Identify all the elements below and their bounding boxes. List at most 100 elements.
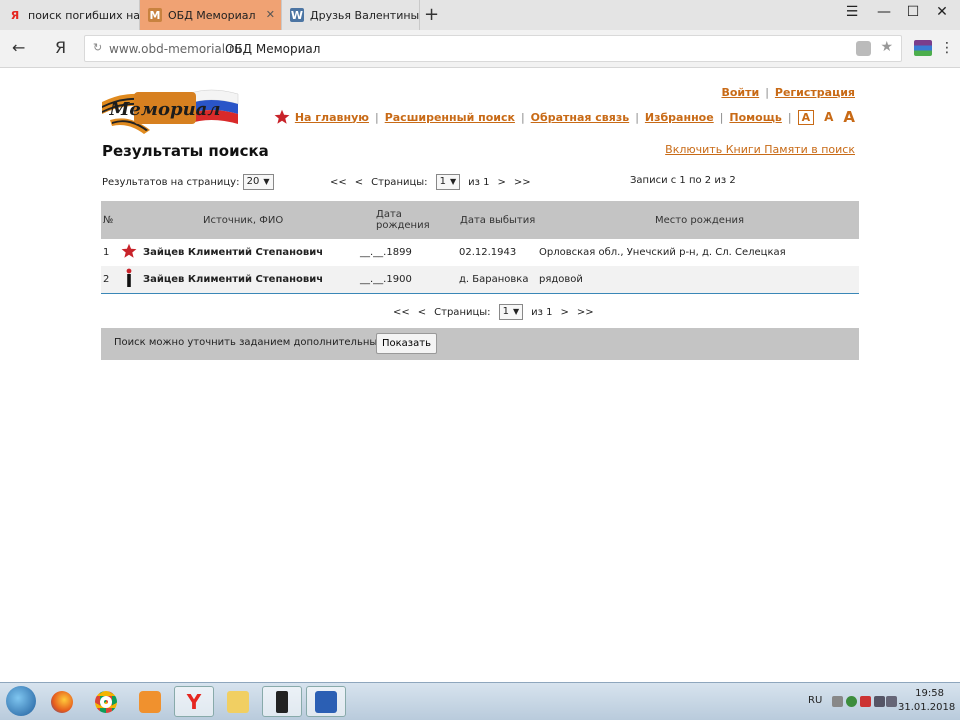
- birth-place: Орловская обл., Унечский р-н, д. Сл. Сел…: [539, 247, 786, 258]
- memorial-logo[interactable]: Мемориал: [100, 80, 244, 138]
- chevron-down-icon: ▼: [263, 177, 270, 186]
- first-page-button[interactable]: <<: [330, 177, 347, 188]
- folder-icon[interactable]: [218, 686, 258, 717]
- page-select[interactable]: 1 ▼: [435, 174, 461, 190]
- tab-label: ОБД Мемориал: [168, 8, 256, 22]
- nav-home[interactable]: На главную: [295, 111, 369, 124]
- back-button[interactable]: ←: [12, 38, 25, 57]
- address-bar[interactable]: ↻ www.obd-memorial.ru ОБД Мемориал ★: [84, 35, 902, 62]
- reload-icon[interactable]: ↻: [93, 41, 102, 54]
- protect-icon[interactable]: [856, 41, 871, 56]
- maximize-icon[interactable]: ☐: [903, 4, 923, 20]
- last-page-button[interactable]: >>: [514, 177, 531, 188]
- refine-search-bar: Поиск можно уточнить заданием дополнител…: [101, 328, 859, 360]
- nav-feedback[interactable]: Обратная связь: [531, 111, 630, 124]
- birth-date: __.__.1900: [348, 266, 447, 294]
- birth-place: рядовой: [537, 266, 859, 294]
- tray-security-icon[interactable]: [846, 696, 857, 707]
- media-player-icon[interactable]: [130, 686, 170, 717]
- tab-vk[interactable]: W Друзья Валентины Скор –: [282, 0, 420, 30]
- tab-label: поиск погибших на войне: [28, 8, 140, 22]
- per-page: Результатов на страницу: 20 ▼: [102, 174, 274, 190]
- menu-icon[interactable]: ☰: [842, 4, 862, 20]
- col-source-name: Источник, ФИО: [143, 201, 348, 239]
- tray-arrow-icon[interactable]: [832, 696, 843, 707]
- include-memory-books-link[interactable]: Включить Книги Памяти в поиск: [665, 143, 855, 156]
- person-name-link[interactable]: Зайцев Климентий Степанович: [143, 239, 348, 266]
- new-tab-button[interactable]: +: [424, 4, 439, 25]
- show-fields-button[interactable]: Показать: [376, 333, 437, 354]
- pager-bottom: << < Страницы: 1 ▼ из 1 > >>: [393, 304, 594, 320]
- prev-page-button[interactable]: <: [418, 307, 426, 318]
- download-icon[interactable]: ⋮: [940, 40, 954, 56]
- tab-memorial[interactable]: M ОБД Мемориал ✕: [140, 0, 282, 30]
- pager-top: << < Страницы: 1 ▼ из 1 > >>: [330, 174, 531, 190]
- auth-links: Войти | Регистрация: [721, 86, 855, 99]
- leave-date: 02.12.1943: [459, 247, 517, 258]
- phone-app-icon[interactable]: [262, 686, 302, 717]
- font-size-large[interactable]: A: [843, 108, 855, 126]
- red-star-icon: [115, 239, 143, 266]
- leave-date: д. Барановка: [447, 266, 537, 294]
- firefox-icon[interactable]: [42, 686, 82, 717]
- chrome-icon[interactable]: [86, 686, 126, 717]
- col-birth-date: Дата рождения: [348, 201, 447, 239]
- top-navigation: На главную | Расширенный поиск | Обратная …: [274, 108, 855, 126]
- tray-network-icon[interactable]: [874, 696, 885, 707]
- records-count: Записи с 1 по 2 из 2: [630, 175, 736, 186]
- page-select[interactable]: 1 ▼: [498, 304, 524, 320]
- word-icon[interactable]: [306, 686, 346, 717]
- windows-taskbar: Y RU 19:58 31.01.2018: [0, 682, 960, 720]
- bookmark-star-icon[interactable]: ★: [880, 39, 893, 55]
- tab-label: Друзья Валентины Скор –: [310, 8, 420, 22]
- chevron-down-icon: ▼: [449, 177, 457, 186]
- results-table: № Источник, ФИО Дата рождения Дата выбыт…: [101, 201, 859, 294]
- prev-page-button[interactable]: <: [355, 177, 363, 188]
- col-leave-date: Дата выбытия: [447, 201, 537, 239]
- row-number: 2: [101, 266, 115, 294]
- pages-label: Страницы:: [371, 176, 428, 188]
- windows-start-icon[interactable]: [6, 686, 36, 716]
- nav-advanced-search[interactable]: Расширенный поиск: [385, 111, 515, 124]
- table-header-row: № Источник, ФИО Дата рождения Дата выбыт…: [101, 201, 859, 239]
- nav-help[interactable]: Помощь: [729, 111, 781, 124]
- clock[interactable]: 19:58 31.01.2018: [898, 687, 955, 715]
- font-size-medium[interactable]: A: [824, 110, 833, 124]
- tray-volume-icon[interactable]: [886, 696, 897, 707]
- register-link[interactable]: Регистрация: [775, 86, 855, 99]
- yandex-icon: Я: [10, 8, 20, 22]
- tray-flag-icon[interactable]: [860, 696, 871, 707]
- memorial-favicon: M: [148, 8, 162, 22]
- tab-search[interactable]: Я поиск погибших на войне: [0, 0, 140, 30]
- person-name-link[interactable]: Зайцев Климентий Степанович: [143, 266, 348, 294]
- language-indicator[interactable]: RU: [808, 695, 822, 706]
- pages-total: из 1: [531, 306, 553, 318]
- nav-favorites[interactable]: Избранное: [645, 111, 714, 124]
- next-page-button[interactable]: >: [560, 307, 568, 318]
- close-icon[interactable]: ✕: [266, 8, 275, 21]
- chevron-down-icon: ▼: [512, 307, 520, 316]
- next-page-button[interactable]: >: [497, 177, 505, 188]
- url-host: www.obd-memorial.ru: [109, 42, 242, 56]
- window-close-icon[interactable]: ✕: [932, 4, 952, 20]
- yandex-browser-icon[interactable]: Y: [174, 686, 214, 717]
- archive-extension-icon[interactable]: [914, 40, 932, 56]
- table-row[interactable]: 1 Зайцев Климентий Степанович __.__.1899…: [101, 239, 859, 266]
- per-page-label: Результатов на страницу:: [102, 177, 240, 188]
- table-row[interactable]: 2 Зайцев Климентий Степанович __.__.1900…: [101, 266, 859, 294]
- login-link[interactable]: Войти: [721, 86, 759, 99]
- vk-icon: W: [290, 8, 304, 22]
- first-page-button[interactable]: <<: [393, 307, 410, 318]
- pages-total: из 1: [468, 176, 490, 188]
- results-controls: Результатов на страницу: 20 ▼ << < Страни…: [102, 172, 859, 192]
- last-page-button[interactable]: >>: [577, 307, 594, 318]
- per-page-select[interactable]: 20 ▼: [242, 174, 274, 190]
- font-size-small[interactable]: A: [797, 109, 815, 125]
- minimize-icon[interactable]: —: [874, 4, 894, 20]
- soldier-icon: [115, 266, 143, 294]
- birth-date: __.__.1899: [360, 247, 412, 258]
- page-title: Результаты поиска: [102, 142, 269, 160]
- yandex-home-button[interactable]: Я: [55, 38, 66, 57]
- svg-text:Мемориал: Мемориал: [108, 99, 220, 120]
- pages-label: Страницы:: [434, 306, 491, 318]
